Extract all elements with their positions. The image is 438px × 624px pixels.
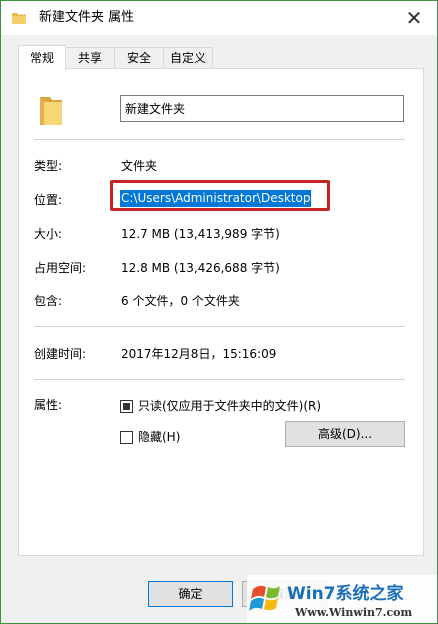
folder-name-input[interactable] xyxy=(120,95,404,122)
attributes-label: 属性: xyxy=(34,398,63,412)
size-label: 大小: xyxy=(34,227,63,241)
tab-sharing[interactable]: 共享 xyxy=(65,47,115,69)
readonly-checkbox[interactable] xyxy=(120,400,133,413)
folder-icon xyxy=(12,13,26,24)
general-panel: 类型: 文件夹 位置: C:\Users\Administrator\Deskt… xyxy=(18,68,424,556)
hidden-label[interactable]: 隐藏(H) xyxy=(138,429,180,445)
hidden-checkbox[interactable] xyxy=(120,431,133,444)
size-on-disk-label: 占用空间: xyxy=(34,261,87,275)
tab-general[interactable]: 常规 xyxy=(18,45,66,70)
watermark-logo: Win7系统之家 Www.Winwin7.com xyxy=(247,575,437,623)
type-value: 文件夹 xyxy=(121,159,158,173)
properties-window: 新建文件夹 属性 ✕ 常规 共享 安全 自定义 类型: 文件夹 位置: C:\U… xyxy=(0,0,438,624)
location-value[interactable]: C:\Users\Administrator\Desktop xyxy=(120,190,312,207)
separator xyxy=(34,139,405,140)
size-value: 12.7 MB (13,413,989 字节) xyxy=(121,227,280,241)
size-on-disk-value: 12.8 MB (13,426,688 字节) xyxy=(121,261,280,275)
watermark-brand: Win7系统之家 xyxy=(287,583,404,604)
watermark-url: Www.Winwin7.com xyxy=(294,606,413,619)
close-button[interactable]: ✕ xyxy=(391,1,437,35)
location-label: 位置: xyxy=(34,193,63,207)
type-label: 类型: xyxy=(34,159,63,173)
separator xyxy=(34,379,405,380)
contains-value: 6 个文件，0 个文件夹 xyxy=(121,294,240,308)
close-icon: ✕ xyxy=(405,6,423,30)
tab-customize[interactable]: 自定义 xyxy=(163,47,213,69)
contains-label: 包含: xyxy=(34,294,63,308)
folder-large-icon xyxy=(40,97,62,125)
separator xyxy=(34,326,405,327)
tab-security[interactable]: 安全 xyxy=(114,47,164,69)
created-value: 2017年12月8日，15:16:09 xyxy=(121,347,277,361)
readonly-label[interactable]: 只读(仅应用于文件夹中的文件)(R) xyxy=(138,398,321,414)
created-label: 创建时间: xyxy=(34,347,87,361)
ok-button[interactable]: 确定 xyxy=(148,581,233,607)
advanced-button[interactable]: 高级(D)... xyxy=(285,421,405,447)
title-bar[interactable]: 新建文件夹 属性 ✕ xyxy=(1,1,437,35)
window-title: 新建文件夹 属性 xyxy=(39,10,135,25)
